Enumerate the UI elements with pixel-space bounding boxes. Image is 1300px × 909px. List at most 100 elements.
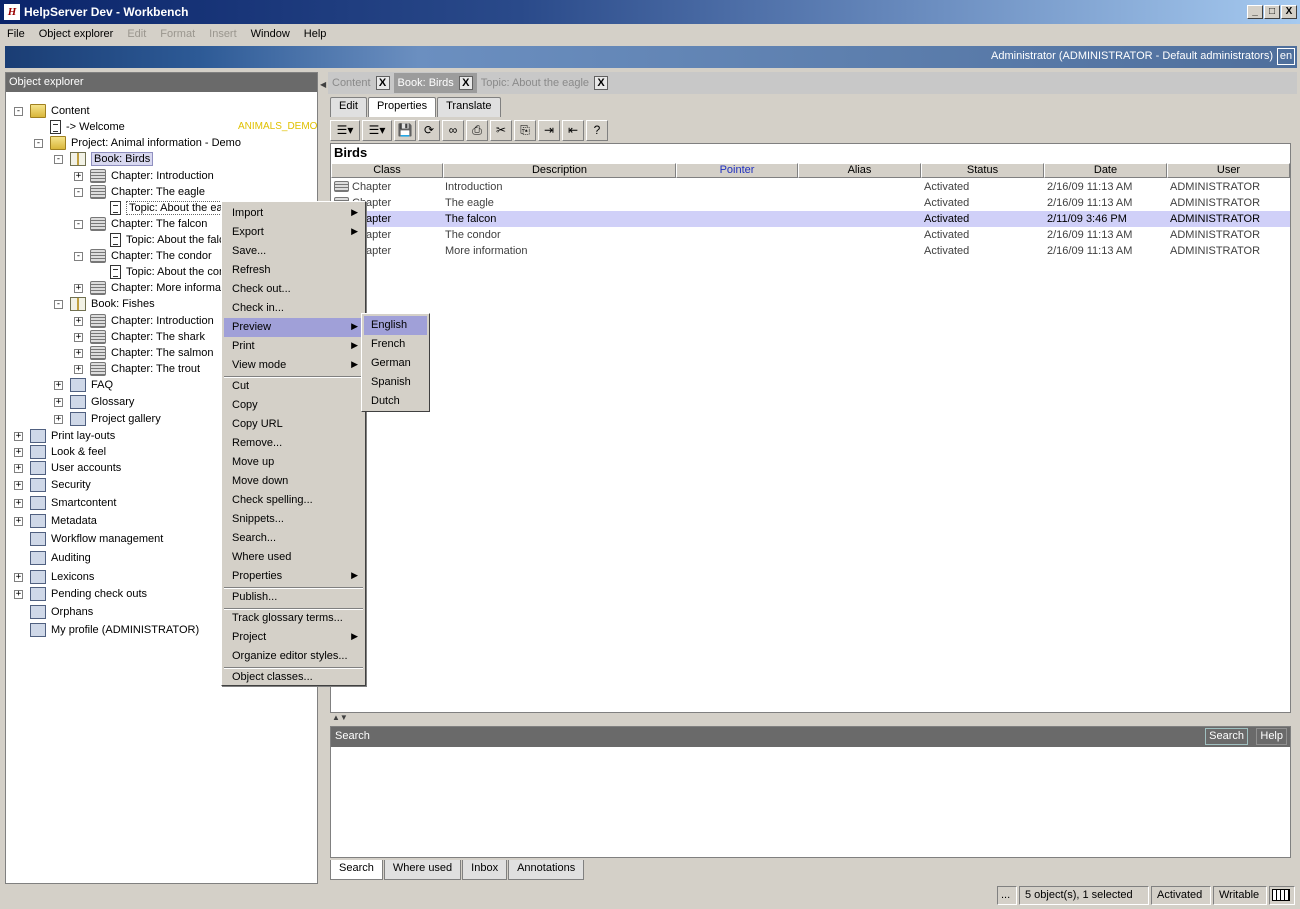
collapse-arrow-icon[interactable]: ◀	[320, 80, 326, 89]
context-menu-item-remove[interactable]: Remove...	[224, 434, 363, 453]
expand-icon[interactable]: +	[14, 498, 23, 508]
tree-item[interactable]: Topic: About the falcon	[94, 232, 237, 248]
expand-icon[interactable]: +	[74, 316, 83, 326]
close-tab-button[interactable]: X	[594, 76, 609, 90]
context-menu-item-copy[interactable]: Copy	[224, 396, 363, 415]
indent-icon[interactable]: ⇥	[538, 119, 560, 141]
preview-language-english[interactable]: English	[364, 316, 427, 335]
collapse-icon[interactable]: -	[14, 106, 23, 116]
outdent-icon[interactable]: ⇤	[562, 119, 584, 141]
tree-item[interactable]: - Book: Fishes	[54, 296, 155, 312]
context-menu-item-move-up[interactable]: Move up	[224, 453, 363, 472]
tree-item[interactable]: + Print lay-outs	[14, 428, 115, 444]
expand-icon[interactable]: +	[54, 397, 63, 407]
expand-icon[interactable]: +	[14, 516, 23, 526]
menu-insert[interactable]: Insert	[202, 28, 244, 40]
context-menu-item-save[interactable]: Save...	[224, 242, 363, 261]
context-menu-item-view-mode[interactable]: View mode ▶	[224, 356, 363, 375]
table-row[interactable]: Chapter The falcon Activated 2/11/09 3:46 P…	[331, 211, 1290, 227]
context-menu-item-check-in[interactable]: Check in...	[224, 299, 363, 318]
tree-item[interactable]: My profile (ADMINISTRATOR)	[14, 622, 199, 638]
doc-tab-book-birds[interactable]: Book: Birds X	[393, 73, 477, 93]
tree-item[interactable]: + Smartcontent	[14, 495, 116, 511]
expand-icon[interactable]: +	[14, 589, 23, 599]
preview-language-spanish[interactable]: Spanish	[364, 373, 427, 392]
menu-format[interactable]: Format	[153, 28, 202, 40]
menu-help[interactable]: Help	[297, 28, 334, 40]
expand-icon[interactable]: +	[74, 332, 83, 342]
expand-icon[interactable]: +	[74, 283, 83, 293]
maximize-button[interactable]: □	[1264, 5, 1280, 19]
menu-window[interactable]: Window	[244, 28, 297, 40]
expand-icon[interactable]: +	[74, 171, 83, 181]
menu-file[interactable]: File	[0, 28, 32, 40]
expand-icon[interactable]: +	[14, 572, 23, 582]
context-menu-item-refresh[interactable]: Refresh	[224, 261, 363, 280]
context-menu-item-organize-editor-styles[interactable]: Organize editor styles...	[224, 647, 363, 666]
tree-item[interactable]: + Project gallery	[54, 411, 161, 427]
doc-tab-content[interactable]: Content X	[328, 73, 394, 93]
expand-icon[interactable]: +	[14, 480, 23, 490]
tree-item[interactable]: + Metadata	[14, 513, 97, 529]
tree-item[interactable]: Orphans	[14, 604, 93, 620]
tab-properties[interactable]: Properties	[367, 97, 437, 117]
tree-item[interactable]: - Book: Birds	[54, 151, 154, 167]
context-menu-item-track-glossary-terms[interactable]: Track glossary terms...	[224, 609, 363, 628]
context-menu-item-object-classes[interactable]: Object classes...	[224, 668, 363, 687]
tab-edit[interactable]: Edit	[330, 97, 367, 117]
cut-icon[interactable]: ✂	[490, 119, 512, 141]
context-menu-item-check-spelling[interactable]: Check spelling...	[224, 491, 363, 510]
table-row[interactable]: Chapter More information Activated 2/16/09 …	[331, 243, 1290, 259]
tree-item[interactable]: Auditing	[14, 550, 91, 566]
insert-dropdown-icon[interactable]: ☰▾	[330, 119, 360, 141]
column-header-pointer[interactable]: Pointer	[676, 163, 798, 178]
tree-item[interactable]: - Chapter: The condor	[74, 248, 212, 264]
tree-item[interactable]: + Chapter: The salmon	[74, 345, 214, 361]
tree-item[interactable]: - Chapter: The falcon	[74, 216, 207, 232]
table-row[interactable]: Chapter The eagle Activated 2/16/09 11:13 A…	[331, 195, 1290, 211]
tree-item[interactable]: + Chapter: More information	[74, 280, 239, 296]
column-header-description[interactable]: Description	[443, 163, 676, 178]
tree-item[interactable]: + Chapter: Introduction	[74, 168, 214, 184]
save-icon[interactable]: 💾	[394, 119, 416, 141]
refresh-icon[interactable]: ⟳	[418, 119, 440, 141]
context-menu-item-move-down[interactable]: Move down	[224, 472, 363, 491]
expand-icon[interactable]: +	[74, 348, 83, 358]
tree-item[interactable]: - Chapter: The eagle	[74, 184, 205, 200]
tree-item[interactable]: -> Welcome	[34, 119, 125, 135]
collapse-icon[interactable]: -	[74, 219, 83, 229]
context-menu-item-search[interactable]: Search...	[224, 529, 363, 548]
table-row[interactable]: Chapter The condor Activated 2/16/09 11:13 …	[331, 227, 1290, 243]
tree-item[interactable]: Topic: About the condor	[94, 264, 241, 280]
bottom-tab-search[interactable]: Search	[330, 860, 383, 880]
tree-item[interactable]: Topic: About the eagle	[94, 200, 241, 216]
bottom-tab-annotations[interactable]: Annotations	[508, 860, 585, 880]
context-menu-item-cut[interactable]: Cut	[224, 377, 363, 396]
close-tab-button[interactable]: X	[458, 76, 473, 90]
minimize-button[interactable]: _	[1247, 5, 1263, 19]
tree-item[interactable]: + User accounts	[14, 460, 121, 476]
print-icon[interactable]: ⎙	[466, 119, 488, 141]
expand-icon[interactable]: +	[14, 463, 23, 473]
menu-edit[interactable]: Edit	[120, 28, 153, 40]
context-menu-item-preview[interactable]: Preview ▶	[224, 318, 363, 337]
help-button[interactable]: Help	[1256, 728, 1287, 745]
column-header-class[interactable]: Class	[331, 163, 443, 178]
tree-item[interactable]: + Security	[14, 477, 91, 493]
collapse-icon[interactable]: -	[74, 251, 83, 261]
expand-icon[interactable]: +	[54, 380, 63, 390]
language-button[interactable]: en	[1277, 48, 1295, 65]
close-tab-button[interactable]: X	[375, 76, 390, 90]
tree-item[interactable]: + Pending check outs	[14, 586, 147, 602]
context-menu-item-check-out[interactable]: Check out...	[224, 280, 363, 299]
expand-icon[interactable]: +	[74, 364, 83, 374]
bottom-tab-where-used[interactable]: Where used	[383, 860, 462, 880]
collapse-icon[interactable]: -	[34, 138, 43, 148]
tab-translate[interactable]: Translate	[437, 97, 501, 117]
preview-language-french[interactable]: French	[364, 335, 427, 354]
horizontal-splitter[interactable]: ▲▼	[330, 713, 1291, 726]
menu-object-explorer[interactable]: Object explorer	[32, 28, 121, 40]
column-header-status[interactable]: Status	[921, 163, 1044, 178]
tree-item[interactable]: - Project: Animal information - Demo	[34, 135, 241, 151]
preview-language-dutch[interactable]: Dutch	[364, 392, 427, 411]
